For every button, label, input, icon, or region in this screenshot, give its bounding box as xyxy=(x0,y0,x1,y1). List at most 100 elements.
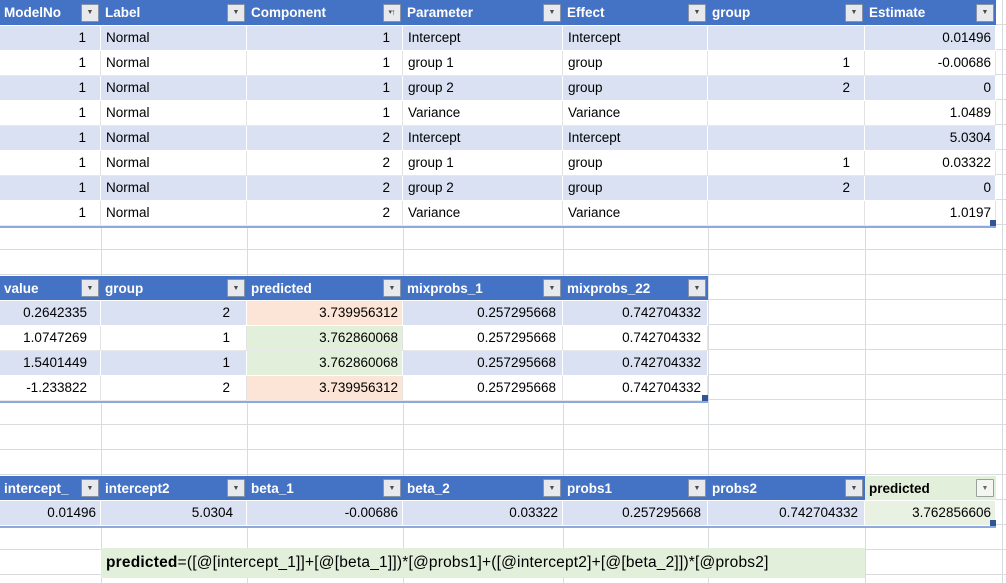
filter-dropdown-icon[interactable]: ▼ xyxy=(227,479,245,497)
cell-modelno[interactable]: 1 xyxy=(0,126,101,151)
cell-value[interactable]: 1.0747269 xyxy=(0,326,101,351)
cell-label[interactable]: Normal xyxy=(101,151,247,176)
cell-parameter[interactable]: group 1 xyxy=(403,51,563,76)
filter-dropdown-icon[interactable]: ▼ xyxy=(383,279,401,297)
cell-parameter[interactable]: group 2 xyxy=(403,76,563,101)
cell-effect[interactable]: Intercept xyxy=(563,126,708,151)
cell-label[interactable]: Normal xyxy=(101,76,247,101)
cell-modelno[interactable]: 1 xyxy=(0,101,101,126)
cell-effect[interactable]: Variance xyxy=(563,101,708,126)
cell-modelno[interactable]: 1 xyxy=(0,76,101,101)
cell-label[interactable]: Normal xyxy=(101,201,247,226)
cell-effect[interactable]: Intercept xyxy=(563,26,708,51)
table-resize-handle[interactable] xyxy=(702,395,708,401)
cell-label[interactable]: Normal xyxy=(101,51,247,76)
cell-group[interactable]: 2 xyxy=(708,176,865,201)
cell-mixprobs-1[interactable]: 0.257295668 xyxy=(403,376,563,401)
cell-group[interactable]: 1 xyxy=(101,351,247,376)
cell-parameter[interactable]: group 2 xyxy=(403,176,563,201)
cell-mixprobs-22[interactable]: 0.742704332 xyxy=(563,301,708,326)
cell-value[interactable]: 0.2642335 xyxy=(0,301,101,326)
cell-predicted[interactable]: 3.762860068 xyxy=(247,351,403,376)
cell-group[interactable]: 2 xyxy=(708,76,865,101)
cell-effect[interactable]: group xyxy=(563,51,708,76)
cell-component[interactable]: 2 xyxy=(247,201,403,226)
cell-component[interactable]: 2 xyxy=(247,176,403,201)
cell-component[interactable]: 2 xyxy=(247,126,403,151)
filter-dropdown-icon[interactable]: ▼ xyxy=(688,279,706,297)
filter-dropdown-icon[interactable]: ▼ xyxy=(81,279,99,297)
cell-component[interactable]: 1 xyxy=(247,26,403,51)
cell-component[interactable]: 1 xyxy=(247,76,403,101)
cell-estimate[interactable]: 0.01496 xyxy=(865,26,996,51)
cell-parameter[interactable]: Variance xyxy=(403,201,563,226)
cell-parameter[interactable]: Intercept xyxy=(403,126,563,151)
cell-group[interactable] xyxy=(708,26,865,51)
cell-label[interactable]: Normal xyxy=(101,101,247,126)
formula-annotation-cell[interactable]: predicted=([@[intercept_1]]+[@[beta_1]])… xyxy=(101,548,865,578)
cell-parameter[interactable]: Intercept xyxy=(403,26,563,51)
cell-group[interactable]: 2 xyxy=(101,376,247,401)
cell-effect[interactable]: group xyxy=(563,76,708,101)
filter-dropdown-icon[interactable]: ▼ xyxy=(383,479,401,497)
cell-estimate[interactable]: 1.0489 xyxy=(865,101,996,126)
cell-predicted[interactable]: 3.762860068 xyxy=(247,326,403,351)
cell-probs1[interactable]: 0.257295668 xyxy=(563,501,708,526)
cell-group[interactable]: 1 xyxy=(708,51,865,76)
filter-dropdown-icon[interactable]: ▼ xyxy=(976,479,994,497)
cell-predicted[interactable]: 3.739956312 xyxy=(247,301,403,326)
cell-modelno[interactable]: 1 xyxy=(0,201,101,226)
cell-value[interactable]: 1.5401449 xyxy=(0,351,101,376)
cell-predicted[interactable]: 3.739956312 xyxy=(247,376,403,401)
cell-effect[interactable]: group xyxy=(563,176,708,201)
filter-dropdown-icon[interactable]: ▼ xyxy=(543,279,561,297)
cell-component[interactable]: 1 xyxy=(247,101,403,126)
table-resize-handle[interactable] xyxy=(990,220,996,226)
cell-estimate[interactable]: 0.03322 xyxy=(865,151,996,176)
cell-label[interactable]: Normal xyxy=(101,26,247,51)
cell-value[interactable]: -1.233822 xyxy=(0,376,101,401)
filter-dropdown-icon[interactable]: ▼ xyxy=(543,3,561,22)
filter-dropdown-icon[interactable]: ▼ xyxy=(688,479,706,497)
cell-component[interactable]: 1 xyxy=(247,51,403,76)
cell-mixprobs-22[interactable]: 0.742704332 xyxy=(563,326,708,351)
cell-parameter[interactable]: group 1 xyxy=(403,151,563,176)
cell-component[interactable]: 2 xyxy=(247,151,403,176)
cell-parameter[interactable]: Variance xyxy=(403,101,563,126)
cell-estimate[interactable]: 1.0197 xyxy=(865,201,996,226)
cell-probs2[interactable]: 0.742704332 xyxy=(708,501,865,526)
cell-intercept2[interactable]: 5.0304 xyxy=(101,501,247,526)
cell-mixprobs-1[interactable]: 0.257295668 xyxy=(403,326,563,351)
cell-effect[interactable]: group xyxy=(563,151,708,176)
cell-group[interactable] xyxy=(708,201,865,226)
cell-beta-1[interactable]: -0.00686 xyxy=(247,501,403,526)
cell-group[interactable]: 1 xyxy=(101,326,247,351)
filter-sort-ascending-icon[interactable]: ▾ ↑ xyxy=(383,3,401,22)
cell-mixprobs-1[interactable]: 0.257295668 xyxy=(403,351,563,376)
filter-dropdown-icon[interactable]: ▼ xyxy=(81,3,99,22)
filter-dropdown-icon[interactable]: ▼ xyxy=(81,479,99,497)
cell-modelno[interactable]: 1 xyxy=(0,176,101,201)
cell-mixprobs-1[interactable]: 0.257295668 xyxy=(403,301,563,326)
cell-group[interactable] xyxy=(708,126,865,151)
table-resize-handle[interactable] xyxy=(990,520,996,526)
filter-dropdown-icon[interactable]: ▼ xyxy=(845,479,863,497)
cell-estimate[interactable]: 0 xyxy=(865,176,996,201)
cell-modelno[interactable]: 1 xyxy=(0,151,101,176)
filter-dropdown-icon[interactable]: ▼ xyxy=(543,479,561,497)
filter-dropdown-icon[interactable]: ▼ xyxy=(845,3,863,22)
cell-mixprobs-22[interactable]: 0.742704332 xyxy=(563,376,708,401)
cell-label[interactable]: Normal xyxy=(101,126,247,151)
cell-estimate[interactable]: 5.0304 xyxy=(865,126,996,151)
filter-dropdown-icon[interactable]: ▼ xyxy=(688,3,706,22)
filter-dropdown-icon[interactable]: ▼ xyxy=(227,3,245,22)
cell-effect[interactable]: Variance xyxy=(563,201,708,226)
filter-dropdown-icon[interactable]: ▼ xyxy=(976,3,994,22)
cell-beta-2[interactable]: 0.03322 xyxy=(403,501,563,526)
cell-group[interactable]: 1 xyxy=(708,151,865,176)
cell-mixprobs-22[interactable]: 0.742704332 xyxy=(563,351,708,376)
cell-intercept[interactable]: 0.01496 xyxy=(0,501,101,526)
cell-predicted[interactable]: 3.762856606 xyxy=(865,501,996,526)
cell-modelno[interactable]: 1 xyxy=(0,51,101,76)
cell-group[interactable]: 2 xyxy=(101,301,247,326)
